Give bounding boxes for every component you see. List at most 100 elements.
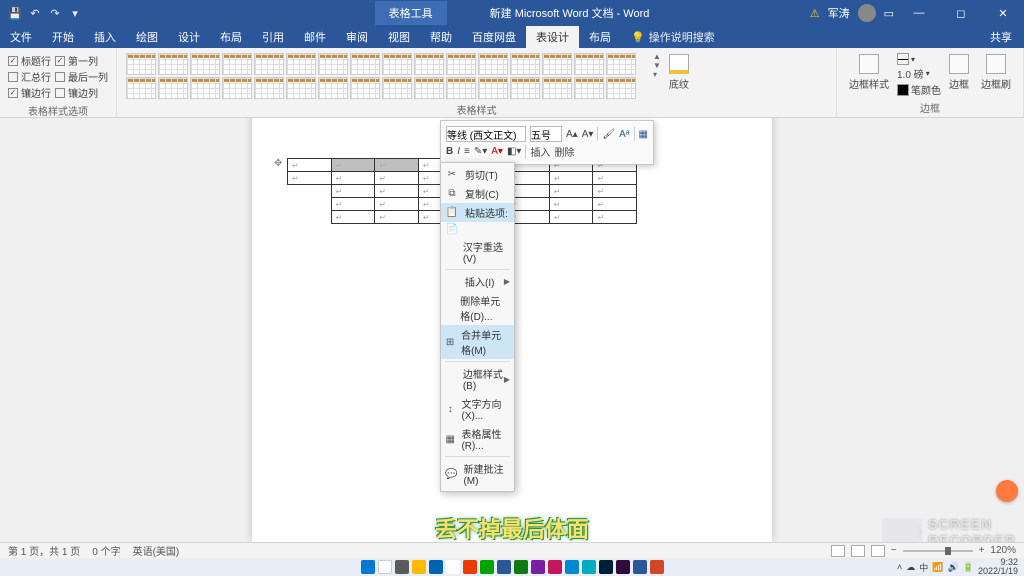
table-style[interactable]	[574, 53, 604, 75]
font-color-icon[interactable]: A▾	[491, 146, 503, 157]
tell-me[interactable]: 💡 操作说明搜索	[621, 26, 725, 48]
delete-label[interactable]: 删除	[554, 144, 574, 159]
table-style[interactable]	[126, 53, 156, 75]
table-style[interactable]	[158, 77, 188, 99]
ps-icon[interactable]	[599, 560, 613, 574]
app-icon[interactable]	[497, 560, 511, 574]
tray-volume-icon[interactable]: 🔊	[948, 562, 959, 573]
table-style[interactable]	[382, 53, 412, 75]
borders-button[interactable]: 边框	[945, 52, 973, 93]
tray-up-icon[interactable]: ˄	[897, 562, 902, 572]
pr-icon[interactable]	[616, 560, 630, 574]
app-icon[interactable]	[548, 560, 562, 574]
table-style[interactable]	[574, 77, 604, 99]
ctx-table-properties[interactable]: ▦表格属性(R)...	[441, 424, 514, 454]
table-style[interactable]	[606, 53, 636, 75]
table-style[interactable]	[606, 77, 636, 99]
tab-insert[interactable]: 插入	[84, 26, 126, 48]
border-styles-button[interactable]: 边框样式	[845, 52, 893, 93]
tab-table-layout[interactable]: 布局	[579, 26, 621, 48]
ctx-merge-cells[interactable]: ⊞合并单元格(M)	[441, 325, 514, 359]
bold-icon[interactable]: B	[446, 146, 453, 157]
shrink-font-icon[interactable]: A▾	[582, 129, 594, 140]
zoom-in-icon[interactable]: +	[979, 545, 985, 556]
table-style[interactable]	[222, 77, 252, 99]
ctx-copy[interactable]: ⧉复制(C)	[441, 184, 514, 203]
tray-battery-icon[interactable]: 🔋	[963, 562, 974, 573]
tab-draw[interactable]: 绘图	[126, 26, 168, 48]
table-style[interactable]	[510, 77, 540, 99]
wechat-icon[interactable]	[480, 560, 494, 574]
user-avatar[interactable]	[858, 4, 876, 22]
table-style[interactable]	[510, 53, 540, 75]
table-insert-icon[interactable]: ▦	[639, 129, 648, 140]
chk-total-row[interactable]: 汇总行	[8, 69, 51, 84]
table-style[interactable]	[478, 77, 508, 99]
styles-icon[interactable]: Aᵃ	[619, 129, 629, 140]
zoom-slider[interactable]	[903, 550, 973, 552]
pen-color-button[interactable]: 笔颜色	[897, 82, 941, 97]
tab-view[interactable]: 视图	[378, 26, 420, 48]
start-button[interactable]	[361, 560, 375, 574]
tab-layout[interactable]: 布局	[210, 26, 252, 48]
shading-mini-icon[interactable]: ◧▾	[507, 146, 521, 157]
app-icon[interactable]	[531, 560, 545, 574]
view-print-icon[interactable]	[851, 545, 865, 557]
chk-header-row[interactable]: ✓标题行	[8, 53, 51, 68]
highlight-icon[interactable]: ✎▾	[474, 146, 487, 157]
app-icon[interactable]	[514, 560, 528, 574]
app-icon[interactable]	[582, 560, 596, 574]
status-words[interactable]: 0 个字	[92, 543, 120, 558]
status-page[interactable]: 第 1 页，共 1 页	[8, 543, 80, 558]
qat-customize-icon[interactable]: ▾	[68, 6, 82, 20]
tray-ime-icon[interactable]: 中	[919, 561, 928, 574]
table-style[interactable]	[414, 53, 444, 75]
table-style[interactable]	[446, 77, 476, 99]
table-style[interactable]	[542, 77, 572, 99]
ctx-insert[interactable]: 插入(I)▶	[441, 272, 514, 291]
table-style[interactable]	[318, 53, 348, 75]
task-search-icon[interactable]	[378, 560, 392, 574]
size-select[interactable]	[530, 126, 562, 142]
maximize-button[interactable]: ◻	[944, 0, 978, 26]
status-lang[interactable]: 英语(美国)	[133, 543, 180, 558]
table-style[interactable]	[382, 77, 412, 99]
format-painter-icon[interactable]: 🖌	[602, 129, 615, 140]
tab-help[interactable]: 帮助	[420, 26, 462, 48]
table-style[interactable]	[222, 53, 252, 75]
styles-expand-icon[interactable]: ▾	[653, 70, 661, 79]
border-painter-button[interactable]: 边框刷	[977, 52, 1015, 93]
tab-baidu[interactable]: 百度网盘	[462, 26, 526, 48]
styles-more-icon[interactable]: ▼	[653, 61, 661, 70]
table-style[interactable]	[190, 77, 220, 99]
qq-icon[interactable]	[463, 560, 477, 574]
word-icon[interactable]	[633, 560, 647, 574]
table-style[interactable]	[286, 53, 316, 75]
chk-first-col[interactable]: ✓第一列	[55, 53, 108, 68]
minimize-button[interactable]: —	[902, 0, 936, 26]
redo-icon[interactable]: ↷	[48, 6, 62, 20]
tab-review[interactable]: 审阅	[336, 26, 378, 48]
pen-style[interactable]: ▾	[897, 53, 941, 65]
insert-label[interactable]: 插入	[530, 144, 550, 159]
zoom-level[interactable]: 120%	[990, 545, 1016, 556]
table-style[interactable]	[542, 53, 572, 75]
ppt-icon[interactable]	[650, 560, 664, 574]
align-icon[interactable]: ≡	[464, 146, 470, 157]
tab-home[interactable]: 开始	[42, 26, 84, 48]
tab-file[interactable]: 文件	[0, 26, 42, 48]
taskview-icon[interactable]	[395, 560, 409, 574]
floating-action-button[interactable]	[996, 480, 1018, 502]
tab-table-design[interactable]: 表设计	[526, 26, 579, 48]
warning-icon[interactable]: ⚠	[810, 7, 820, 20]
table-style[interactable]	[414, 77, 444, 99]
font-select[interactable]	[446, 126, 526, 142]
table-move-handle-icon[interactable]: ✥	[274, 158, 282, 169]
tray-wifi-icon[interactable]: 📶	[932, 562, 943, 573]
table-style[interactable]	[446, 53, 476, 75]
pen-weight[interactable]: 1.0 磅▾	[897, 66, 941, 81]
save-icon[interactable]: 💾	[8, 6, 22, 20]
close-button[interactable]: ✕	[986, 0, 1020, 26]
tray-onedrive-icon[interactable]: ☁	[906, 562, 915, 573]
app-icon[interactable]	[446, 560, 460, 574]
